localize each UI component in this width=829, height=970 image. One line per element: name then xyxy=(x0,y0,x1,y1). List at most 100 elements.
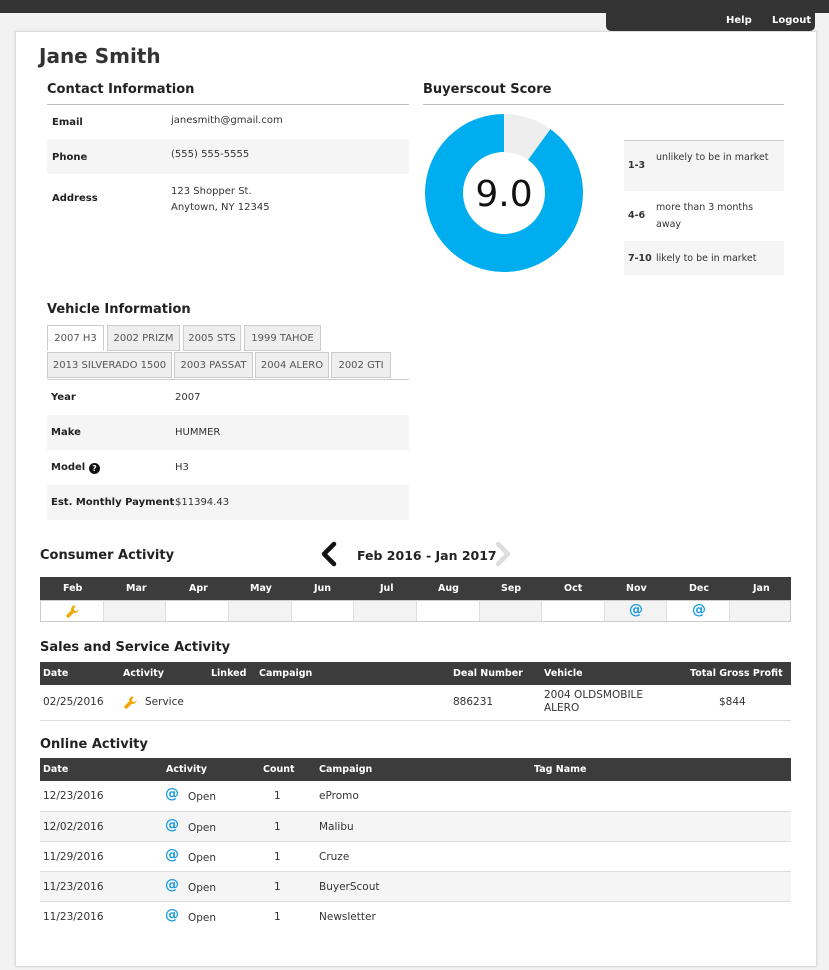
vehicle-tab-2003-passat[interactable]: 2003 PASSAT xyxy=(174,352,253,378)
vehicle-tab-1999-tahoe[interactable]: 1999 TAHOE xyxy=(244,325,321,351)
online-campaign: ePromo xyxy=(319,790,359,802)
at-icon: @ xyxy=(692,602,706,618)
at-icon: @ xyxy=(165,907,179,923)
online-count: 1 xyxy=(274,821,281,833)
vehicle-tab-2002-gti[interactable]: 2002 GTI xyxy=(331,352,391,378)
table-row[interactable]: 11/29/2016 @ Open 1 Cruze xyxy=(40,842,791,872)
month-label: Dec xyxy=(689,583,709,594)
at-icon: @ xyxy=(165,817,179,833)
month-label: Jun xyxy=(314,583,332,594)
month-cell-dec[interactable]: @ xyxy=(667,601,730,621)
online-table-header: Date Activity Count Campaign Tag Name xyxy=(40,758,791,781)
table-row[interactable]: 12/02/2016 @ Open 1 Malibu xyxy=(40,812,791,842)
month-cell-feb[interactable] xyxy=(41,601,104,621)
vehicle-tab-2005-sts[interactable]: 2005 STS xyxy=(183,325,241,351)
user-nav: Help Logout xyxy=(606,13,815,31)
score-range-desc: more than 3 months away xyxy=(656,202,754,230)
model-label: Model xyxy=(51,462,86,473)
month-label: Aug xyxy=(438,583,459,594)
col-linked: Linked xyxy=(211,668,247,679)
sale-total-gross-profit: $844 xyxy=(719,696,746,708)
buyerscout-score-title: Buyerscout Score xyxy=(423,82,552,97)
col-vehicle: Vehicle xyxy=(544,668,583,679)
next-range-icon[interactable] xyxy=(493,541,513,567)
vehicle-tab-2007-h3[interactable]: 2007 H3 xyxy=(47,325,104,351)
contact-row-email: Email janesmith@gmail.com xyxy=(47,105,409,139)
score-range: 4-6 xyxy=(628,210,646,221)
month-cell xyxy=(292,601,354,621)
online-activity-title: Online Activity xyxy=(40,737,148,752)
online-count: 1 xyxy=(274,851,281,863)
score-range: 7-10 xyxy=(628,253,652,264)
online-campaign: Cruze xyxy=(319,851,350,863)
year-label: Year xyxy=(51,392,76,403)
score-range-desc: unlikely to be in market xyxy=(656,152,769,163)
month-label: Jul xyxy=(380,583,394,594)
month-label: Oct xyxy=(564,583,583,594)
year-value: 2007 xyxy=(175,392,201,403)
sale-deal-number: 886231 xyxy=(453,696,494,708)
online-activity: Open xyxy=(188,822,217,834)
col-deal-number: Deal Number xyxy=(453,668,523,679)
address-label: Address xyxy=(52,193,98,204)
online-count: 1 xyxy=(274,911,281,923)
previous-range-icon[interactable] xyxy=(319,541,339,567)
help-link[interactable]: Help xyxy=(726,15,752,26)
month-cell xyxy=(166,601,229,621)
month-label: Apr xyxy=(189,583,208,594)
table-row[interactable]: 02/25/2016 Service 886231 2004 OLDSMOBIL… xyxy=(40,685,791,721)
online-date: 11/23/2016 xyxy=(43,911,104,923)
online-campaign: Malibu xyxy=(319,821,354,833)
online-date: 12/23/2016 xyxy=(43,790,104,802)
col-count: Count xyxy=(263,764,295,775)
online-count: 1 xyxy=(274,881,281,893)
score-legend-row: 1-3 unlikely to be in market xyxy=(624,141,784,191)
score-range: 1-3 xyxy=(628,160,646,171)
col-campaign: Campaign xyxy=(319,764,373,775)
col-campaign: Campaign xyxy=(259,668,313,679)
month-header: Feb Mar Apr May Jun Jul Aug Sep Oct Nov … xyxy=(40,577,791,600)
month-label: Jan xyxy=(753,583,770,594)
address-line-1: 123 Shopper St. xyxy=(171,186,252,197)
online-date: 12/02/2016 xyxy=(43,821,104,833)
month-cell xyxy=(417,601,480,621)
vehicle-tab-2004-alero[interactable]: 2004 ALERO xyxy=(255,352,329,378)
col-activity: Activity xyxy=(123,668,164,679)
divider xyxy=(423,104,784,105)
online-count: 1 xyxy=(274,790,281,802)
payment-label: Est. Monthly Payment xyxy=(51,497,175,508)
phone-value: (555) 555-5555 xyxy=(171,149,250,160)
col-tag-name: Tag Name xyxy=(534,764,587,775)
model-value: H3 xyxy=(175,462,189,473)
wrench-icon xyxy=(66,605,79,618)
online-activity: Open xyxy=(188,791,217,803)
month-cell xyxy=(542,601,605,621)
table-row[interactable]: 11/23/2016 @ Open 1 BuyerScout xyxy=(40,872,791,902)
month-label: Sep xyxy=(501,583,522,594)
month-cell-nov[interactable]: @ xyxy=(605,601,667,621)
table-row[interactable]: 11/23/2016 @ Open 1 Newsletter xyxy=(40,902,791,933)
make-value: HUMMER xyxy=(175,427,221,438)
help-icon[interactable]: ? xyxy=(89,463,100,474)
make-label: Make xyxy=(51,427,81,438)
contact-row-phone: Phone (555) 555-5555 xyxy=(47,139,409,174)
online-activity: Open xyxy=(188,882,217,894)
phone-label: Phone xyxy=(52,152,88,163)
month-cell xyxy=(354,601,417,621)
address-line-2: Anytown, NY 12345 xyxy=(171,202,270,213)
activity-date-range: Feb 2016 - Jan 2017 xyxy=(357,548,497,563)
online-date: 11/29/2016 xyxy=(43,851,104,863)
month-label: Mar xyxy=(126,583,147,594)
month-cell xyxy=(104,601,166,621)
customer-card: Jane Smith Contact Information Email jan… xyxy=(15,31,817,967)
vehicle-tab-2013-silverado[interactable]: 2013 SILVERADO 1500 xyxy=(47,352,172,378)
vehicle-tab-2002-prizm[interactable]: 2002 PRIZM xyxy=(107,325,180,351)
month-cell xyxy=(229,601,292,621)
contact-row-address: Address 123 Shopper St. Anytown, NY 1234… xyxy=(47,174,409,224)
score-legend-row: 7-10 likely to be in market xyxy=(624,241,784,275)
score-value: 9.0 xyxy=(475,174,532,215)
top-bar xyxy=(0,0,829,13)
logout-link[interactable]: Logout xyxy=(772,15,811,26)
table-row[interactable]: 12/23/2016 @ Open 1 ePromo xyxy=(40,781,791,812)
email-value: janesmith@gmail.com xyxy=(171,115,283,126)
